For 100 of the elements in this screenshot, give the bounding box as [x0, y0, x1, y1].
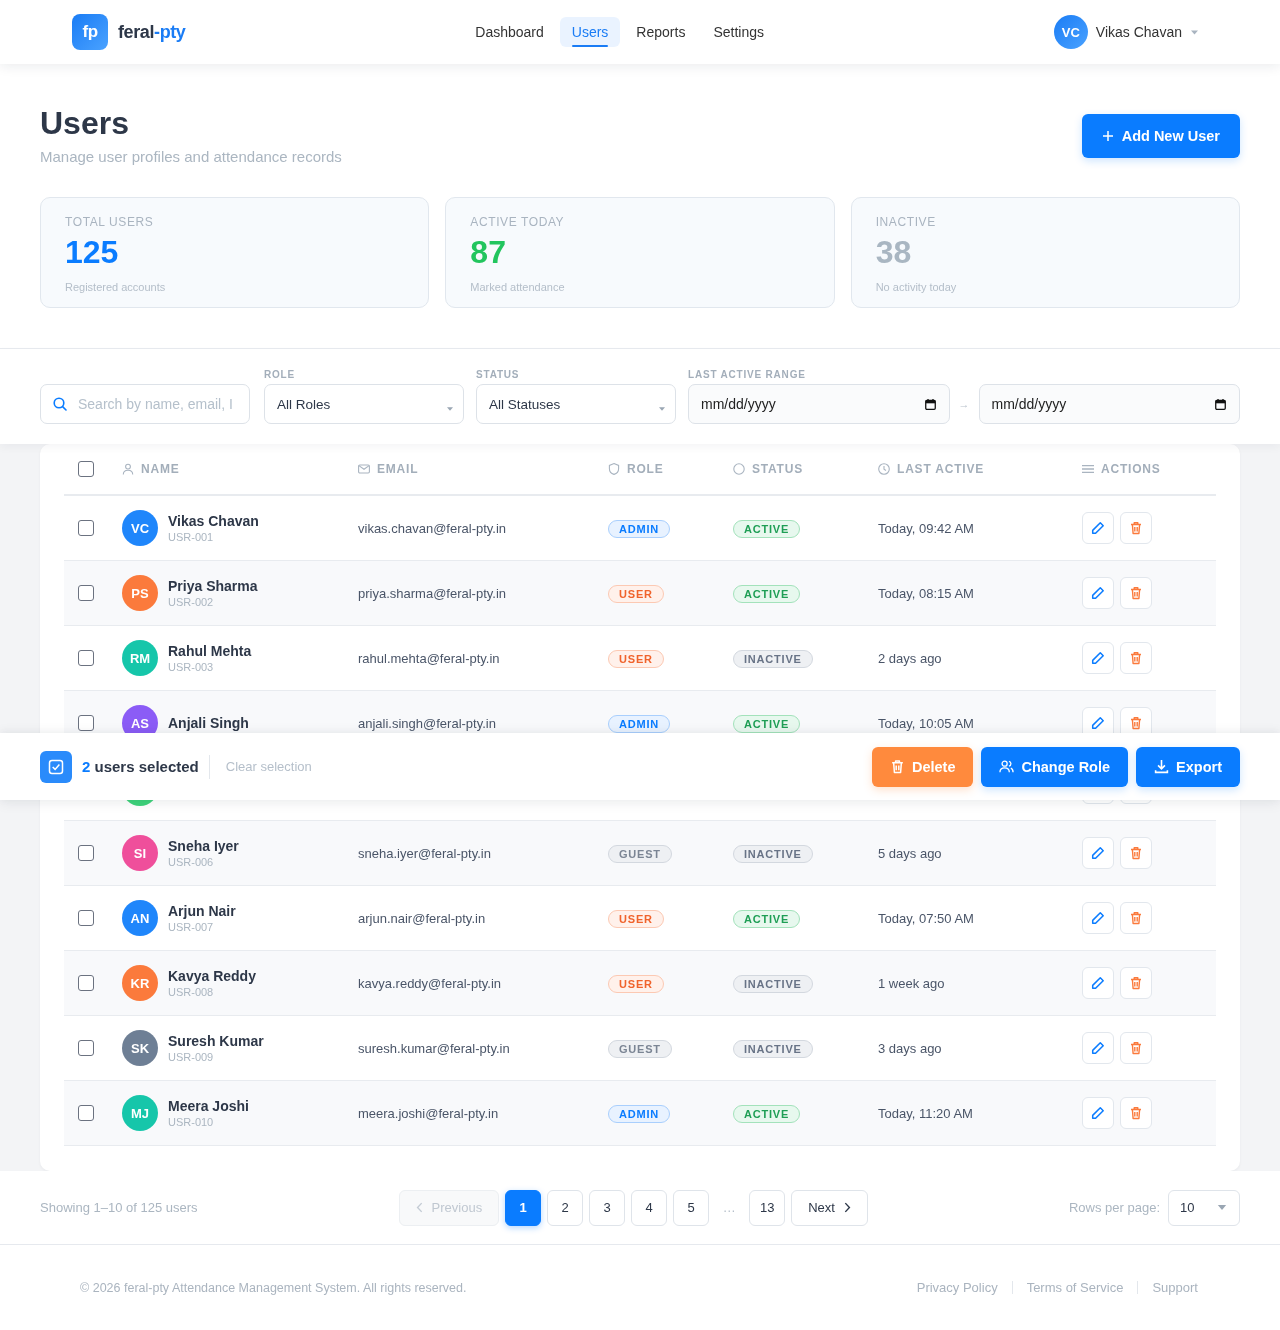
copyright-text: © 2026 feral-pty Attendance Management System. All rights reserved.	[80, 1280, 467, 1295]
user-name: Sneha Iyer	[168, 837, 239, 855]
rows-per-page-select[interactable]: 10	[1168, 1189, 1240, 1226]
edit-button[interactable]	[1082, 967, 1114, 999]
stat-value: 125	[65, 234, 120, 270]
nav-tab[interactable]: Settings	[701, 17, 776, 47]
row-checkbox[interactable]	[78, 585, 94, 601]
status-badge: ACTIVE	[733, 1104, 801, 1123]
nav-tab[interactable]: Dashboard	[463, 17, 556, 47]
envelope-icon	[358, 463, 370, 475]
row-checkbox[interactable]	[78, 715, 94, 731]
stat-label: INACTIVE	[875, 214, 937, 230]
page-button[interactable]: 3	[589, 1189, 626, 1226]
pencil-icon	[1091, 911, 1105, 925]
trash-icon	[1129, 911, 1143, 925]
nav-tab[interactable]: Reports	[624, 17, 698, 47]
stat-value: 38	[875, 234, 913, 270]
stat-note: Registered accounts	[65, 280, 167, 294]
delete-button[interactable]	[1120, 512, 1152, 544]
chevron-left-icon	[415, 1202, 423, 1213]
status-badge: ACTIVE	[733, 714, 801, 733]
role-select[interactable]: All Roles	[264, 384, 464, 424]
user-avatar: SK	[122, 1030, 158, 1066]
status-badge: ACTIVE	[733, 519, 801, 538]
add-user-button[interactable]: Add New User	[1081, 114, 1240, 158]
caret-icon	[1217, 1205, 1227, 1210]
edit-button[interactable]	[1082, 577, 1114, 609]
status-badge: ACTIVE	[733, 584, 801, 603]
row-checkbox[interactable]	[78, 845, 94, 861]
table-row[interactable]: PS Priya Sharma USR-002 priya.sharma@feral-pty.in USER ACTIVE Today, 08:15 AM	[64, 561, 1216, 626]
pencil-icon	[1091, 846, 1105, 860]
delete-button[interactable]	[1120, 577, 1152, 609]
delete-button[interactable]	[1120, 902, 1152, 934]
role-badge: USER	[608, 649, 664, 668]
row-checkbox[interactable]	[78, 975, 94, 991]
page-subtitle: Manage user profiles and attendance records	[40, 148, 342, 166]
row-checkbox[interactable]	[78, 520, 94, 536]
delete-button[interactable]	[1120, 1097, 1152, 1129]
change-role-button[interactable]: Change Role	[981, 746, 1129, 787]
user-avatar: KR	[122, 965, 158, 1001]
select-all-checkbox[interactable]	[78, 461, 94, 477]
status-badge: INACTIVE	[733, 844, 813, 863]
pencil-icon	[1091, 651, 1105, 665]
pencil-icon	[1091, 1041, 1105, 1055]
email-text: suresh.kumar@feral-pty.in	[358, 1040, 510, 1056]
date-field[interactable]: mm/dd/yyyy	[978, 384, 1240, 424]
row-checkbox[interactable]	[78, 650, 94, 666]
edit-button[interactable]	[1082, 512, 1114, 544]
role-badge: ADMIN	[608, 714, 671, 733]
delete-button[interactable]	[1120, 837, 1152, 869]
last-active-text: Today, 08:15 AM	[878, 585, 974, 601]
table-row[interactable]: MJ Meera Joshi USR-010 meera.joshi@feral-pty.in ADMIN ACTIVE Today, 11:20 AM	[64, 1081, 1216, 1146]
edit-button[interactable]	[1082, 1097, 1114, 1129]
row-checkbox[interactable]	[78, 910, 94, 926]
status-badge: INACTIVE	[733, 974, 813, 993]
caret-icon[interactable]	[1191, 29, 1198, 35]
filter-label: LAST ACTIVE RANGE	[688, 369, 807, 381]
user-avatar: SI	[122, 835, 158, 871]
trash-icon	[1129, 1106, 1143, 1120]
edit-button[interactable]	[1082, 1032, 1114, 1064]
page-button[interactable]: 13	[749, 1189, 786, 1226]
filter-label: ROLE	[264, 369, 296, 381]
user-name: Anjali Singh	[168, 714, 249, 732]
page-button[interactable]: 1	[505, 1189, 542, 1226]
user-name[interactable]: Vikas Chavan	[1095, 24, 1182, 40]
delete-button[interactable]	[1120, 642, 1152, 674]
status-select[interactable]: All Statuses	[476, 384, 676, 424]
rows-per-page-label: Rows per page:	[1068, 1200, 1160, 1215]
filter-label: STATUS	[476, 369, 521, 381]
edit-button[interactable]	[1082, 642, 1114, 674]
role-badge: USER	[608, 584, 664, 603]
delete-button[interactable]	[1120, 1032, 1152, 1064]
stat-note: Marked attendance	[470, 280, 566, 294]
page-button[interactable]: 2	[547, 1189, 584, 1226]
edit-button[interactable]	[1082, 902, 1114, 934]
table-row[interactable]: SI Sneha Iyer USR-006 sneha.iyer@feral-pty.in GUEST INACTIVE 5 days ago	[64, 821, 1216, 886]
pencil-icon	[1091, 716, 1105, 730]
role-badge: ADMIN	[608, 519, 671, 538]
page-button[interactable]: 5	[673, 1189, 710, 1226]
caret-icon	[447, 406, 453, 411]
export-button[interactable]: Export	[1136, 746, 1240, 787]
user-id: USR-003	[168, 660, 214, 674]
trash-icon	[1129, 716, 1143, 730]
stat-label: ACTIVE TODAY	[470, 214, 566, 230]
user-id: USR-006	[168, 855, 214, 869]
next-button[interactable]: Next	[791, 1189, 868, 1226]
row-checkbox[interactable]	[78, 1105, 94, 1121]
email-text: sneha.iyer@feral-pty.in	[358, 845, 491, 861]
date-field[interactable]: mm/dd/yyyy	[688, 384, 950, 424]
user-avatar: MJ	[122, 1095, 158, 1131]
status-badge: INACTIVE	[733, 649, 813, 668]
table-row[interactable]: KR Kavya Reddy USR-008 kavya.reddy@feral-pty.in USER INACTIVE 1 week ago	[64, 951, 1216, 1016]
brand-name[interactable]: feral-pty	[118, 21, 186, 43]
edit-button[interactable]	[1082, 837, 1114, 869]
user-id: USR-001	[168, 530, 214, 544]
pagination-ellipsis: …	[721, 1200, 737, 1215]
row-checkbox[interactable]	[78, 1040, 94, 1056]
nav-tab[interactable]: Users	[559, 17, 621, 47]
delete-button[interactable]	[1120, 967, 1152, 999]
page-button[interactable]: 4	[631, 1189, 668, 1226]
